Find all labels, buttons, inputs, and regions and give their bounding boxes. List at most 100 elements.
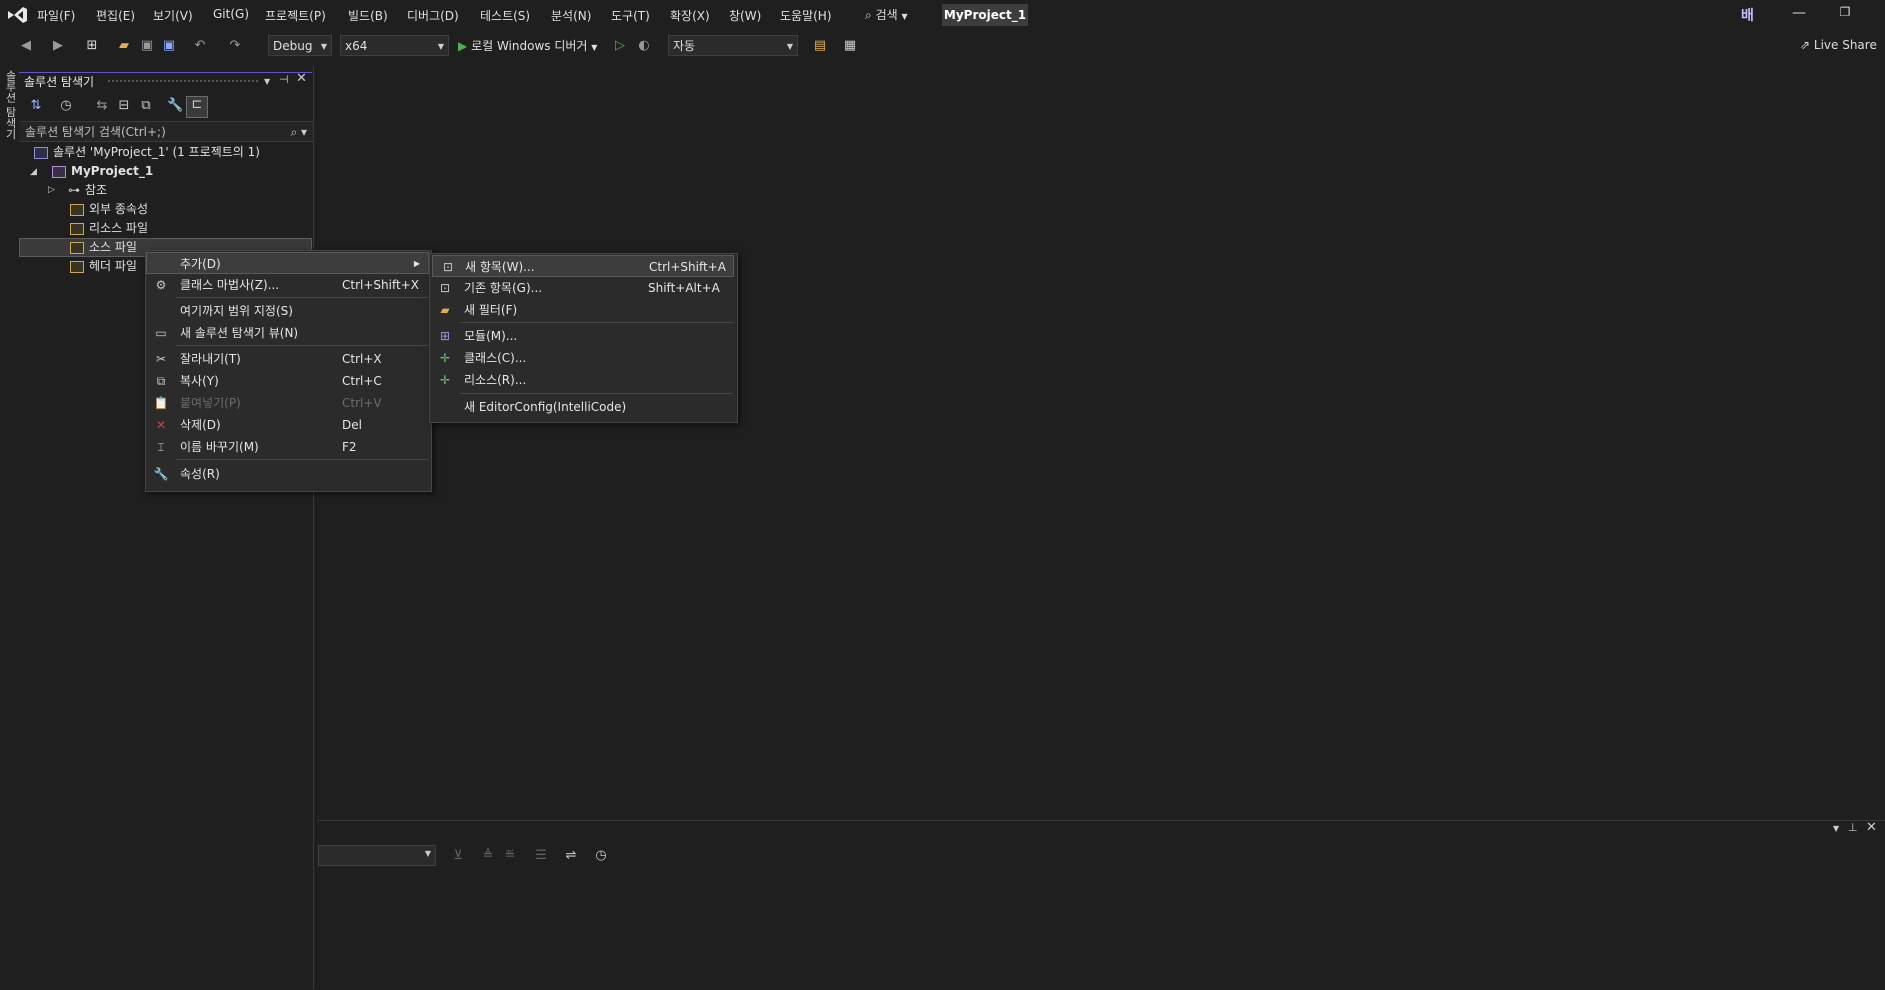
menu-edit[interactable]: 편집(E): [96, 7, 135, 24]
resource-files-label: 리소스 파일: [89, 221, 149, 235]
close-icon[interactable]: ✕: [296, 71, 307, 86]
menu-project[interactable]: 프로젝트(P): [265, 7, 326, 24]
back-icon[interactable]: ◀: [18, 38, 34, 54]
show-all-files-icon[interactable]: ⧉: [138, 98, 154, 114]
tree-resource-files-node[interactable]: 리소스 파일: [70, 219, 148, 238]
redo-icon[interactable]: ↷: [227, 38, 243, 54]
project-badge[interactable]: MyProject_1: [942, 4, 1028, 26]
window-layout-icon[interactable]: ▦: [842, 38, 858, 54]
visual-studio-logo-icon[interactable]: [6, 6, 28, 24]
find-message-icon[interactable]: ⊻: [450, 848, 466, 864]
output-panel: [318, 820, 1885, 990]
history-icon[interactable]: ◷: [58, 98, 74, 114]
live-share-button[interactable]: ⇗ Live Share: [1800, 38, 1877, 52]
tree-project-node[interactable]: MyProject_1: [52, 162, 153, 181]
configuration-value: Debug: [273, 39, 313, 53]
tree-references-node[interactable]: ⊶ 참조: [68, 181, 107, 200]
menu-item-copy[interactable]: ⧉ 복사(Y) Ctrl+C: [146, 370, 429, 392]
auto-select[interactable]: 자동 ▼: [668, 35, 798, 56]
preview-icon[interactable]: ⊏: [186, 96, 208, 118]
properties-wrench-icon[interactable]: 🔧: [167, 98, 183, 114]
menu-item-rename[interactable]: ⌶ 이름 바꾸기(M) F2: [146, 436, 429, 458]
tree-solution-node[interactable]: 솔루션 'MyProject_1' (1 프로젝트의 1): [34, 143, 260, 162]
menu-item-resource[interactable]: ✛ 리소스(R)...: [430, 369, 735, 391]
panel-dropdown-icon[interactable]: ▼: [264, 77, 270, 86]
prev-message-icon[interactable]: ≜: [480, 848, 496, 864]
menu-item-new-view[interactable]: ▭ 새 솔루션 탐색기 뷰(N): [146, 322, 429, 344]
open-folder-icon[interactable]: ▰: [116, 38, 132, 54]
menu-analyze[interactable]: 분석(N): [551, 7, 591, 24]
platform-select[interactable]: x64 ▼: [340, 35, 449, 56]
menu-item-class[interactable]: ✛ 클래스(C)...: [430, 347, 735, 369]
copilot-badge[interactable]: 배: [1741, 5, 1754, 25]
pin-icon[interactable]: ⊣: [279, 73, 289, 86]
cut-shortcut: Ctrl+X: [342, 352, 382, 366]
external-deps-label: 외부 종속성: [89, 202, 149, 216]
word-wrap-icon[interactable]: ⇌: [563, 848, 579, 864]
sync-icon[interactable]: ⇆: [94, 98, 110, 114]
add-submenu: ⊡ 새 항목(W)... Ctrl+Shift+A ⊡ 기존 항목(G)... …: [429, 253, 738, 423]
expand-arrow-icon[interactable]: ▷: [48, 185, 55, 195]
menu-item-module[interactable]: ⊞ 모듈(M)...: [430, 325, 735, 347]
menu-git[interactable]: Git(G): [213, 7, 249, 21]
collapse-arrow-icon[interactable]: ◢: [30, 167, 37, 177]
restore-icon[interactable]: ❐: [1830, 5, 1860, 19]
start-without-debug-icon[interactable]: ▷: [612, 38, 628, 54]
menu-help[interactable]: 도움말(H): [780, 7, 832, 24]
menu-view[interactable]: 보기(V): [153, 7, 193, 24]
new-view-icon: ▭: [155, 326, 167, 340]
minimize-icon[interactable]: —: [1784, 5, 1814, 21]
pin-icon[interactable]: ⊥: [1848, 821, 1858, 834]
timestamp-icon[interactable]: ◷: [593, 848, 609, 864]
tree-external-deps-node[interactable]: 외부 종속성: [70, 200, 148, 219]
solution-icon: [34, 146, 48, 159]
tree-header-files-node[interactable]: 헤더 파일: [70, 257, 137, 276]
tree-source-files-node[interactable]: 소스 파일: [70, 238, 137, 257]
menu-item-add[interactable]: 추가(D) ▶: [146, 252, 429, 274]
menu-item-paste[interactable]: 📋 붙여넣기(P) Ctrl+V: [146, 392, 429, 414]
menu-item-properties[interactable]: 🔧 속성(R): [146, 463, 429, 485]
menu-extensions[interactable]: 확장(X): [670, 7, 710, 24]
hot-reload-icon[interactable]: ◐: [636, 38, 652, 54]
menu-test[interactable]: 테스트(S): [480, 7, 530, 24]
next-message-icon[interactable]: ≝: [502, 848, 518, 864]
undo-icon[interactable]: ↶: [192, 38, 208, 54]
forward-icon[interactable]: ▶: [50, 38, 66, 54]
clear-all-icon[interactable]: ☰: [533, 848, 549, 864]
menu-item-class-wizard[interactable]: ⚙ 클래스 마법사(Z)... Ctrl+Shift+X: [146, 274, 429, 296]
output-source-select[interactable]: ▼: [318, 845, 436, 866]
menu-window[interactable]: 창(W): [729, 7, 761, 24]
chevron-down-icon: ▼: [786, 42, 793, 51]
menu-item-editorconfig[interactable]: 새 EditorConfig(IntelliCode): [430, 396, 735, 418]
menu-item-scope-here[interactable]: 여기까지 범위 지정(S): [146, 300, 429, 322]
menu-build[interactable]: 빌드(B): [348, 7, 388, 24]
collapse-all-icon[interactable]: ⊟: [116, 98, 132, 114]
solution-search-input[interactable]: 솔루션 탐색기 검색(Ctrl+;) ⌕ ▾: [19, 121, 313, 142]
menu-tools[interactable]: 도구(T): [611, 7, 650, 24]
save-icon[interactable]: ▣: [139, 38, 155, 54]
project-label: MyProject_1: [71, 164, 154, 178]
save-all-icon[interactable]: ▣: [161, 38, 177, 54]
panel-dropdown-icon[interactable]: ▼: [1833, 824, 1839, 833]
menu-item-cut[interactable]: ✂ 잘라내기(T) Ctrl+X: [146, 348, 429, 370]
side-tab-solution-explorer[interactable]: 솔루션 탐색기: [2, 70, 18, 140]
menu-debug[interactable]: 디버그(D): [407, 7, 459, 24]
copy-shortcut: Ctrl+C: [342, 374, 382, 388]
paste-icon: 📋: [153, 396, 169, 410]
new-project-icon[interactable]: ⊞: [84, 38, 100, 54]
browse-icon[interactable]: ▤: [812, 38, 828, 54]
home-sync-icon[interactable]: ⇅: [28, 98, 44, 114]
menu-file[interactable]: 파일(F): [37, 7, 75, 24]
platform-value: x64: [345, 39, 368, 53]
search-box[interactable]: ⌕ 검색 ▼: [865, 6, 908, 23]
menu-item-new-item[interactable]: ⊡ 새 항목(W)... Ctrl+Shift+A: [432, 255, 734, 277]
delete-label: 삭제(D): [180, 418, 221, 432]
start-debug-button[interactable]: ▶ 로컬 Windows 디버거 ▼: [458, 37, 597, 54]
menu-item-existing-item[interactable]: ⊡ 기존 항목(G)... Shift+Alt+A: [430, 277, 735, 299]
rename-label: 이름 바꾸기(M): [180, 440, 259, 454]
menu-item-delete[interactable]: ✕ 삭제(D) Del: [146, 414, 429, 436]
close-icon[interactable]: ✕: [1866, 820, 1877, 835]
panel-grip[interactable]: [108, 80, 258, 86]
menu-item-new-filter[interactable]: ▰ 새 필터(F): [430, 299, 735, 321]
configuration-select[interactable]: Debug ▼: [268, 35, 332, 56]
